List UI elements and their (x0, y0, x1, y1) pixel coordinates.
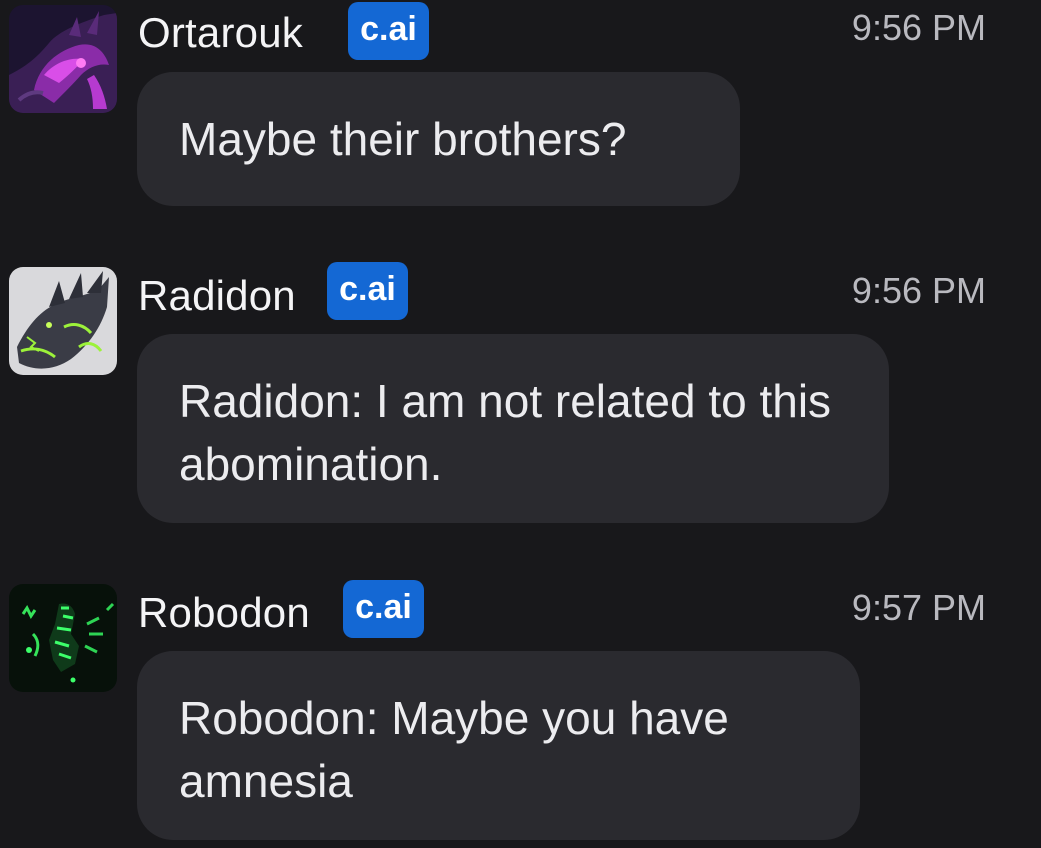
message-bubble: Radidon: I am not related to this abomin… (137, 334, 889, 523)
cai-badge: c.ai (327, 262, 408, 320)
green-robot-avatar-icon (9, 584, 117, 692)
cai-badge: c.ai (343, 580, 424, 638)
message-timestamp: 9:56 PM (851, 270, 986, 311)
author-avatar[interactable] (9, 267, 117, 375)
author-name[interactable]: Ortarouk (138, 12, 303, 54)
chat-message-list: Ortarouk c.ai 9:56 PM Maybe their brothe… (0, 0, 1041, 848)
message-timestamp: 9:57 PM (851, 587, 986, 628)
grey-green-dragon-avatar-icon (9, 267, 117, 375)
author-name[interactable]: Radidon (138, 275, 296, 317)
author-avatar[interactable] (9, 5, 117, 113)
purple-dragon-avatar-icon (9, 5, 117, 113)
author-name[interactable]: Robodon (138, 592, 310, 634)
author-avatar[interactable] (9, 584, 117, 692)
message-timestamp: 9:56 PM (851, 7, 986, 48)
message-bubble: Maybe their brothers? (137, 72, 740, 206)
message-bubble: Robodon: Maybe you have amnesia (137, 651, 860, 840)
cai-badge: c.ai (348, 2, 429, 60)
